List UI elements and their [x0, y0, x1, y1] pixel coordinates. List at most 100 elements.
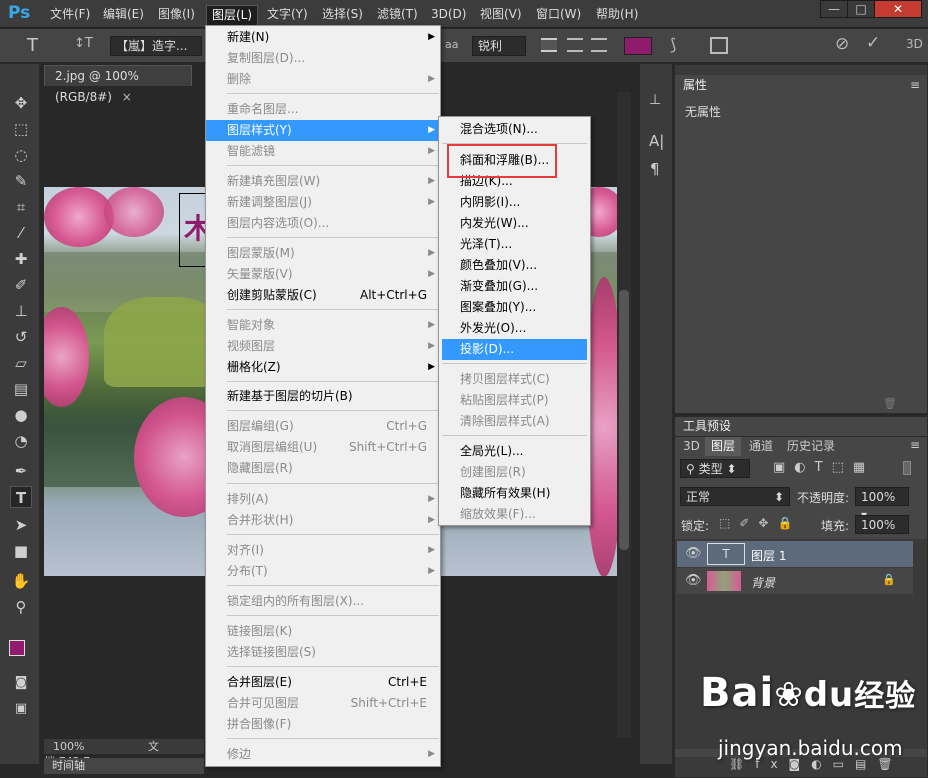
- crop-tool-icon[interactable]: ⌗: [10, 196, 32, 218]
- character-panel-icon[interactable]: [710, 37, 728, 54]
- menu-item-inner-shadow[interactable]: 内阴影(I)...: [439, 192, 590, 213]
- scrollbar-thumb[interactable]: [619, 290, 629, 550]
- healing-brush-icon[interactable]: ✚: [10, 248, 32, 270]
- menu-item-satin[interactable]: 光泽(T)...: [439, 234, 590, 255]
- menu-item-layer-mask[interactable]: 图层蒙版(M) ▶: [206, 243, 440, 264]
- menu-item-smart-object[interactable]: 智能对象 ▶: [206, 315, 440, 336]
- layer-row-background[interactable]: 👁 背景 🔒: [677, 568, 913, 594]
- menu-item-create-clipping-mask[interactable]: 创建剪贴蒙版(C) Alt+Ctrl+G: [206, 285, 440, 306]
- maximize-button[interactable]: □: [847, 0, 875, 18]
- font-family-select[interactable]: 【嵐】造字...: [110, 36, 202, 56]
- menu-item-smart-filter[interactable]: 智能滤镜 ▶: [206, 141, 440, 162]
- path-select-icon[interactable]: ➤: [10, 514, 32, 536]
- close-tab-icon[interactable]: ×: [122, 90, 132, 104]
- opacity-input[interactable]: 100% ▾: [855, 487, 909, 522]
- align-left-icon[interactable]: [541, 38, 557, 52]
- visibility-eye-icon[interactable]: 👁: [685, 546, 702, 561]
- stamp-tool-icon[interactable]: ⊥: [10, 300, 32, 322]
- warp-text-icon[interactable]: ⟆: [670, 35, 676, 54]
- character-icon[interactable]: A|: [649, 132, 664, 150]
- marquee-tool-icon[interactable]: ⬚: [10, 118, 32, 140]
- text-tool-icon[interactable]: T: [27, 35, 38, 56]
- menu-image[interactable]: 图像(I): [153, 5, 200, 25]
- menu-3d[interactable]: 3D(D): [426, 5, 471, 25]
- menu-item-copy-layer-style[interactable]: 拷贝图层样式(C): [439, 369, 590, 390]
- menu-item-clear-layer-style[interactable]: 清除图层样式(A): [439, 411, 590, 432]
- menu-item-hide-all-effects[interactable]: 隐藏所有效果(H): [439, 483, 590, 504]
- menu-item-merge-visible[interactable]: 合并可见图层 Shift+Ctrl+E: [206, 693, 440, 714]
- menu-item-vector-mask[interactable]: 矢量蒙版(V) ▶: [206, 264, 440, 285]
- foreground-color-swatch[interactable]: [9, 640, 25, 656]
- menu-item-select-linked-layers[interactable]: 选择链接图层(S): [206, 642, 440, 663]
- filter-toggle[interactable]: [903, 461, 911, 475]
- menu-window[interactable]: 窗口(W): [531, 5, 586, 25]
- move-tool-icon[interactable]: ✥: [10, 92, 32, 114]
- trash-icon[interactable]: 🗑: [883, 397, 897, 410]
- visibility-eye-icon[interactable]: 👁: [685, 573, 702, 588]
- menu-item-global-light[interactable]: 全局光(L)...: [439, 441, 590, 462]
- menu-item-duplicate-layer[interactable]: 复制图层(D)...: [206, 48, 440, 69]
- minimize-button[interactable]: —: [820, 0, 848, 18]
- type-tool-icon[interactable]: T: [10, 486, 32, 508]
- layer-filter-select[interactable]: ⚲ 类型 ⬍: [680, 459, 750, 478]
- layer-name[interactable]: 背景: [751, 574, 775, 591]
- quick-select-icon[interactable]: ✎: [10, 170, 32, 192]
- quick-mask-icon[interactable]: ◙: [10, 672, 32, 694]
- align-right-icon[interactable]: [591, 38, 607, 52]
- blend-mode-select[interactable]: 正常 ⬍: [680, 487, 790, 506]
- history-brush-icon[interactable]: ↺: [10, 326, 32, 348]
- menu-item-layer-style[interactable]: 图层样式(Y) ▶: [206, 120, 440, 141]
- tool-presets-icon[interactable]: ⊥: [649, 92, 661, 108]
- menu-item-hide-layers[interactable]: 隐藏图层(R): [206, 458, 440, 479]
- tab-tool-presets[interactable]: 工具预设: [677, 417, 737, 436]
- align-center-icon[interactable]: [567, 38, 583, 52]
- dodge-tool-icon[interactable]: ◔: [10, 430, 32, 452]
- menu-item-new-layer-based-slice[interactable]: 新建基于图层的切片(B): [206, 386, 440, 407]
- menu-item-new[interactable]: 新建(N) ▶: [206, 27, 440, 48]
- blur-tool-icon[interactable]: ●: [10, 404, 32, 426]
- menu-item-align[interactable]: 对齐(I) ▶: [206, 540, 440, 561]
- menu-item-layer-content-options[interactable]: 图层内容选项(O)...: [206, 213, 440, 234]
- panel-menu-icon[interactable]: ≡: [910, 438, 920, 452]
- panel-menu-icon[interactable]: ≡: [910, 78, 920, 92]
- pen-tool-icon[interactable]: ✒: [10, 460, 32, 482]
- menu-view[interactable]: 视图(V): [475, 5, 527, 25]
- tab-3d[interactable]: 3D: [677, 437, 706, 456]
- menu-item-arrange[interactable]: 排列(A) ▶: [206, 489, 440, 510]
- menu-item-delete[interactable]: 删除 ▶: [206, 69, 440, 90]
- properties-title[interactable]: 属性: [677, 76, 713, 95]
- text-color-swatch[interactable]: [624, 37, 652, 55]
- menu-item-paste-layer-style[interactable]: 粘贴图层样式(P): [439, 390, 590, 411]
- menu-item-distribute[interactable]: 分布(T) ▶: [206, 561, 440, 582]
- gradient-tool-icon[interactable]: ▤: [10, 378, 32, 400]
- 3d-icon[interactable]: 3D: [906, 37, 923, 51]
- eyedropper-icon[interactable]: ⁄: [10, 222, 32, 244]
- tab-layers[interactable]: 图层: [705, 437, 742, 456]
- menu-item-flatten-image[interactable]: 拼合图像(F): [206, 714, 440, 735]
- lock-icons[interactable]: ⬚✐✥🔒: [719, 516, 801, 530]
- close-button[interactable]: ✕: [874, 0, 922, 18]
- menu-item-new-fill-layer[interactable]: 新建填充图层(W) ▶: [206, 171, 440, 192]
- brush-tool-icon[interactable]: ✐: [10, 274, 32, 296]
- cancel-icon[interactable]: ⊘: [835, 34, 849, 54]
- menu-item-rasterize[interactable]: 栅格化(Z) ▶: [206, 357, 440, 378]
- layers-footer-icons[interactable]: ⛓fx◙◐▭▤🗑: [675, 757, 927, 777]
- menu-item-ungroup-layers[interactable]: 取消图层编组(U) Shift+Ctrl+G: [206, 437, 440, 458]
- hand-tool-icon[interactable]: ✋: [10, 570, 32, 592]
- menu-item-gradient-overlay[interactable]: 渐变叠加(G)...: [439, 276, 590, 297]
- filter-icons[interactable]: ▣◐T⬚▦: [773, 460, 874, 475]
- rectangle-tool-icon[interactable]: ■: [10, 540, 32, 562]
- menu-item-lock-all-layers[interactable]: 锁定组内的所有图层(X)...: [206, 591, 440, 612]
- menu-item-inner-glow[interactable]: 内发光(W)...: [439, 213, 590, 234]
- tab-channels[interactable]: 通道: [743, 437, 779, 456]
- menu-item-matting[interactable]: 修边 ▶: [206, 744, 440, 765]
- layer-name[interactable]: 图层 1: [751, 547, 786, 564]
- antialias-select[interactable]: 锐利: [472, 36, 526, 56]
- menu-item-merge-layers[interactable]: 合并图层(E) Ctrl+E: [206, 672, 440, 693]
- zoom-level[interactable]: 100%: [53, 740, 84, 753]
- menu-file[interactable]: 文件(F): [45, 5, 95, 25]
- menu-item-color-overlay[interactable]: 颜色叠加(V)...: [439, 255, 590, 276]
- menu-item-scale-effects[interactable]: 缩放效果(F)...: [439, 504, 590, 525]
- menu-item-blending-options[interactable]: 混合选项(N)...: [439, 119, 590, 140]
- timeline-tab[interactable]: 时间轴: [44, 758, 204, 774]
